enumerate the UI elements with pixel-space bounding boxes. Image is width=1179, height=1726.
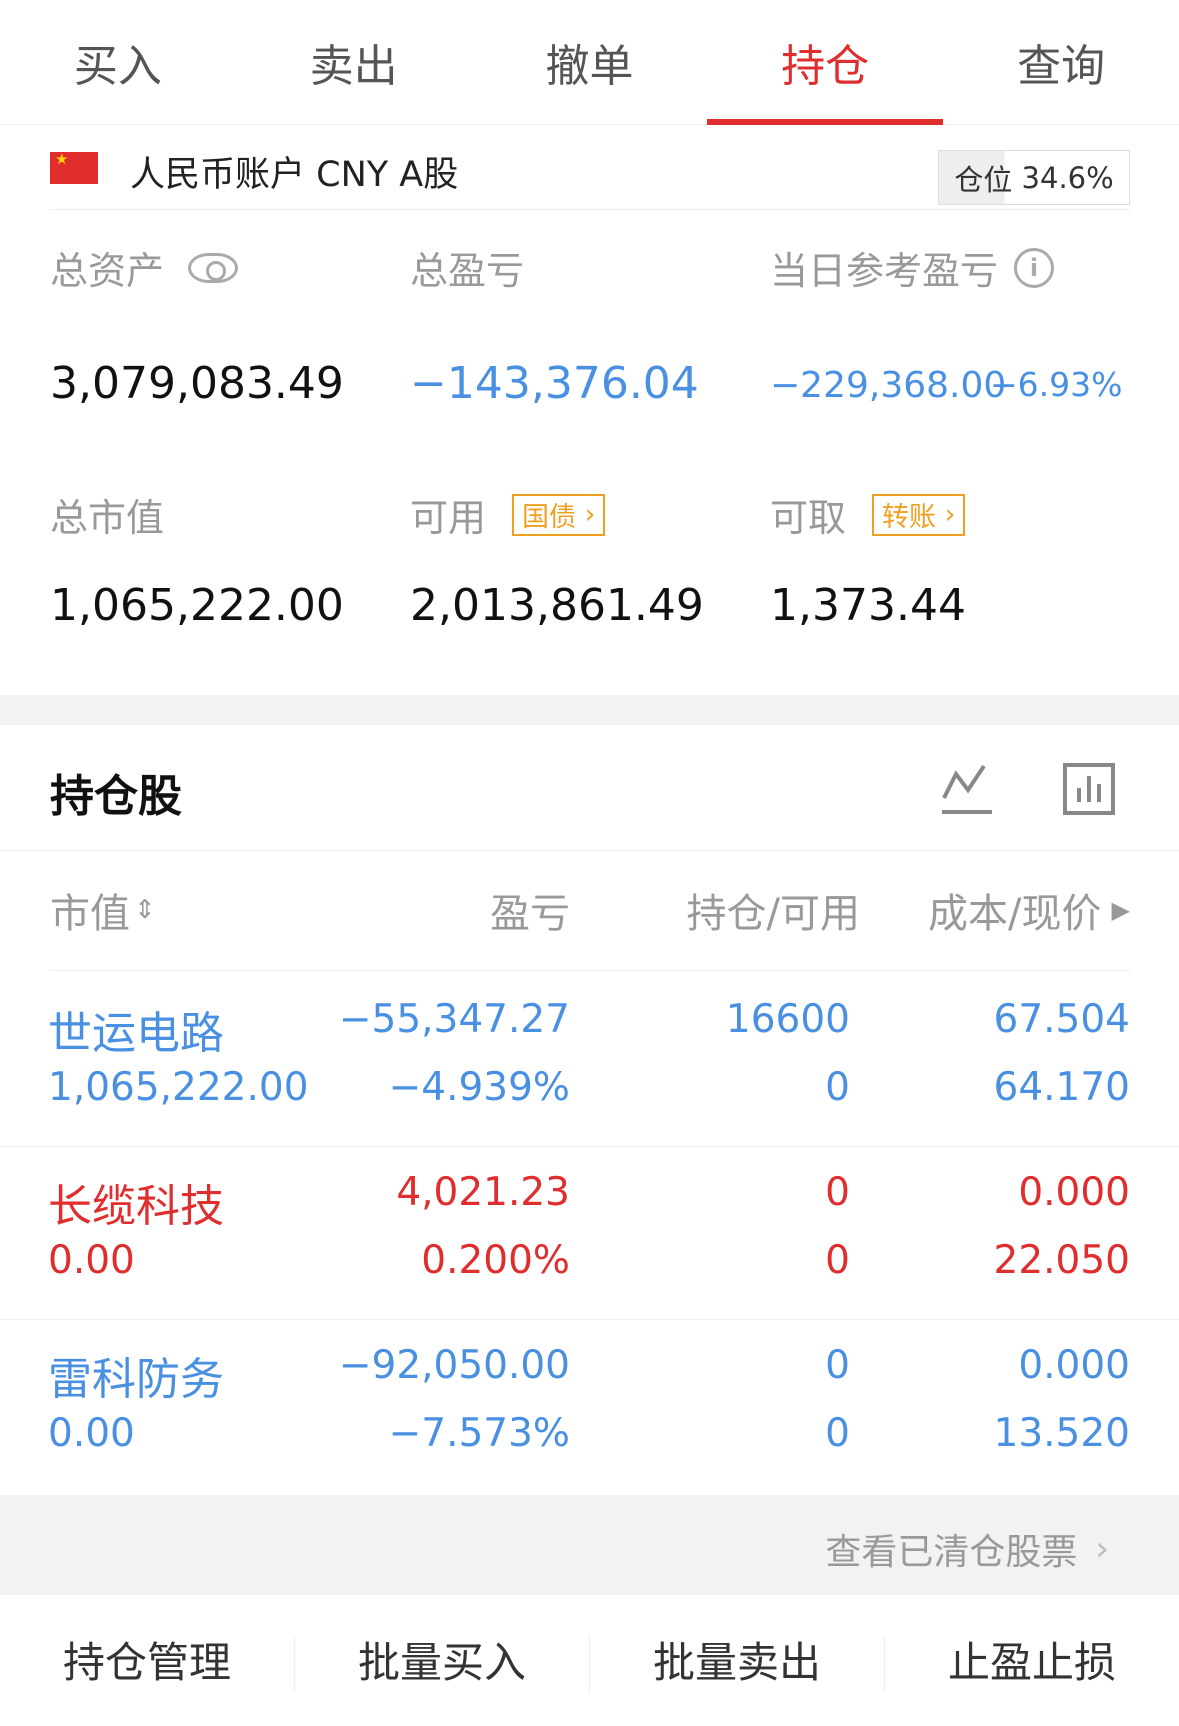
table-row[interactable]: 长缆科技 0.00 4,021.23 0.200% 0 0 0.000 22.0… bbox=[0, 1148, 1179, 1320]
treasury-bond-tag[interactable]: 国债 › bbox=[512, 493, 606, 536]
stock-name: 雷科防务 bbox=[48, 1354, 224, 1405]
daily-pl-label-group: 当日参考盈亏 i bbox=[770, 240, 1055, 295]
cleared-section: 查看已清仓股票 › bbox=[0, 1495, 1179, 1595]
bar-chart-icon[interactable] bbox=[1062, 762, 1116, 816]
stock-hold: 16600 bbox=[725, 997, 850, 1042]
stock-price: 13.520 bbox=[993, 1411, 1130, 1456]
holdings-management-button[interactable]: 持仓管理 bbox=[0, 1635, 295, 1691]
column-market-value-label: 市值 bbox=[50, 891, 130, 937]
eye-icon[interactable] bbox=[188, 252, 239, 283]
transfer-tag[interactable]: 转账 › bbox=[872, 493, 966, 536]
stock-market-value: 0.00 bbox=[48, 1411, 135, 1456]
daily-pl-label: 当日参考盈亏 bbox=[770, 249, 999, 293]
tab-query[interactable]: 查询 bbox=[943, 0, 1179, 124]
stock-price: 64.170 bbox=[993, 1065, 1130, 1110]
position-value: 34.6% bbox=[1021, 160, 1114, 195]
sort-icon: ⇕ bbox=[134, 895, 156, 925]
position-label: 仓位 bbox=[954, 162, 1013, 197]
stock-market-value: 0.00 bbox=[48, 1238, 135, 1283]
info-icon[interactable]: i bbox=[1014, 247, 1055, 288]
section-separator bbox=[0, 695, 1179, 725]
column-cost-price-group[interactable]: 成本/现价 ▶ bbox=[880, 850, 1130, 970]
china-flag-icon bbox=[50, 152, 98, 184]
batch-sell-button[interactable]: 批量卖出 bbox=[590, 1635, 885, 1691]
tab-buy[interactable]: 买入 bbox=[0, 0, 236, 124]
available-value: 2,013,861.49 bbox=[410, 580, 704, 631]
line-chart-icon[interactable] bbox=[940, 762, 994, 816]
stock-name: 世运电路 bbox=[48, 1008, 224, 1059]
stock-hold: 0 bbox=[825, 1343, 850, 1388]
total-assets-label-group: 总资产 bbox=[50, 240, 239, 295]
chevron-right-icon: › bbox=[1095, 1529, 1109, 1569]
tab-holdings[interactable]: 持仓 bbox=[707, 0, 943, 125]
total-pl-label: 总盈亏 bbox=[410, 249, 525, 293]
available-label: 可用 bbox=[410, 496, 487, 540]
account-name[interactable]: 人民币账户 CNY A股 bbox=[130, 146, 458, 197]
withdrawable-label-group: 可取 转账 › bbox=[770, 487, 966, 542]
stock-pl-pct: 0.200% bbox=[421, 1238, 570, 1283]
stock-price: 22.050 bbox=[993, 1238, 1130, 1283]
tab-cancel[interactable]: 撤单 bbox=[472, 0, 708, 124]
cleared-stocks-link[interactable]: 查看已清仓股票 › bbox=[825, 1523, 1109, 1575]
stock-pl-pct: −4.939% bbox=[388, 1065, 570, 1110]
stock-pl: −55,347.27 bbox=[338, 997, 570, 1042]
treasury-bond-text: 国债 bbox=[522, 502, 577, 533]
column-hold-available[interactable]: 持仓/可用 bbox=[620, 850, 860, 970]
column-cost-price: 成本/现价 bbox=[928, 891, 1102, 937]
withdrawable-label: 可取 bbox=[770, 496, 847, 540]
withdrawable-value: 1,373.44 bbox=[770, 580, 966, 631]
stock-cost: 0.000 bbox=[1018, 1170, 1130, 1215]
stock-cost: 67.504 bbox=[993, 997, 1130, 1042]
position-badge: 仓位 34.6% bbox=[938, 150, 1130, 205]
stock-available: 0 bbox=[825, 1411, 850, 1456]
top-tab-bar: 买入 卖出 撤单 持仓 查询 bbox=[0, 0, 1179, 125]
stock-available: 0 bbox=[825, 1065, 850, 1110]
available-label-group: 可用 国债 › bbox=[410, 487, 606, 542]
column-pl[interactable]: 盈亏 bbox=[420, 850, 570, 970]
total-assets-label: 总资产 bbox=[50, 249, 165, 293]
stock-available: 0 bbox=[825, 1238, 850, 1283]
stock-market-value: 1,065,222.00 bbox=[48, 1065, 309, 1110]
daily-pl-percent: −6.93% bbox=[990, 365, 1123, 404]
total-assets-value: 3,079,083.49 bbox=[50, 358, 344, 409]
column-market-value[interactable]: 市值 ⇕ bbox=[50, 850, 156, 970]
total-pl-value: −143,376.04 bbox=[410, 358, 699, 409]
holdings-title: 持仓股 bbox=[50, 771, 182, 822]
stock-name: 长缆科技 bbox=[48, 1181, 224, 1232]
tab-sell[interactable]: 卖出 bbox=[236, 0, 472, 124]
market-value-value: 1,065,222.00 bbox=[50, 580, 344, 631]
daily-pl-value: −229,368.00 bbox=[770, 365, 1007, 406]
stock-pl: 4,021.23 bbox=[396, 1170, 570, 1215]
batch-buy-button[interactable]: 批量买入 bbox=[295, 1635, 590, 1691]
take-profit-stop-loss-button[interactable]: 止盈止损 bbox=[885, 1635, 1179, 1691]
stock-pl: −92,050.00 bbox=[338, 1343, 570, 1388]
stock-cost: 0.000 bbox=[1018, 1343, 1130, 1388]
chevron-right-icon: ▶ bbox=[1111, 896, 1130, 924]
divider bbox=[50, 970, 1130, 971]
stock-pl-pct: −7.573% bbox=[388, 1411, 570, 1456]
table-row[interactable]: 世运电路 1,065,222.00 −55,347.27 −4.939% 166… bbox=[0, 975, 1179, 1147]
table-row[interactable]: 雷科防务 0.00 −92,050.00 −7.573% 0 0 0.000 1… bbox=[0, 1321, 1179, 1493]
cleared-stocks-label: 查看已清仓股票 bbox=[825, 1532, 1078, 1573]
transfer-text: 转账 bbox=[882, 502, 937, 533]
account-row: 人民币账户 CNY A股 仓位 34.6% bbox=[50, 140, 1130, 210]
bottom-action-bar: 持仓管理 批量买入 批量卖出 止盈止损 bbox=[0, 1600, 1179, 1726]
stock-hold: 0 bbox=[825, 1170, 850, 1215]
market-value-label: 总市值 bbox=[50, 496, 165, 540]
